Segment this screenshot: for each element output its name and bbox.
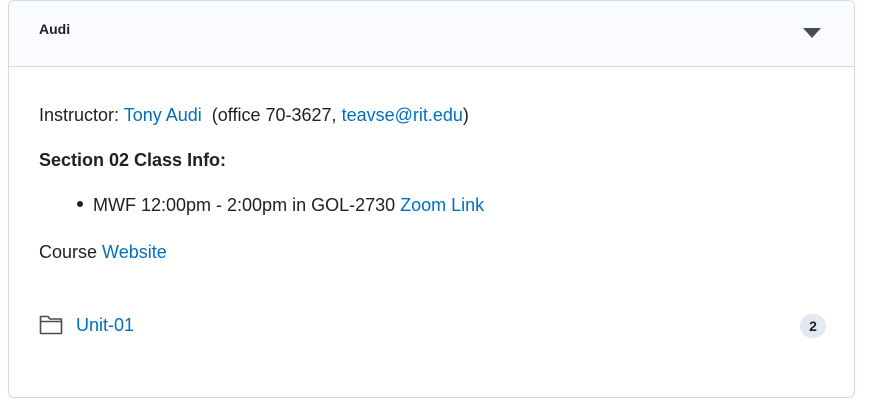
panel-header[interactable]: Audi xyxy=(9,1,854,67)
office-prefix: (office 70-3627, xyxy=(206,105,342,125)
course-panel: Audi Instructor: Tony Audi (office 70-36… xyxy=(8,0,855,398)
course-prefix: Course xyxy=(39,242,103,262)
instructor-label: Instructor: xyxy=(39,105,120,125)
folder-icon xyxy=(39,315,63,335)
panel-title: Audi xyxy=(39,21,71,37)
section-heading: Section 02 Class Info: xyxy=(39,150,227,170)
module-count-badge: 2 xyxy=(800,314,826,338)
course-website-line: Course Website xyxy=(39,240,167,264)
instructor-name-link[interactable]: Tony Audi xyxy=(124,105,202,125)
bullet-icon xyxy=(77,201,83,208)
schedule-text: MWF 12:00pm - 2:00pm in GOL-2730 xyxy=(93,195,401,215)
zoom-link[interactable]: Zoom Link xyxy=(400,195,484,215)
instructor-email-link[interactable]: teavse@rit.edu xyxy=(342,105,463,125)
section-list-item: MWF 12:00pm - 2:00pm in GOL-2730 Zoom Li… xyxy=(77,193,484,217)
office-suffix: ) xyxy=(462,105,469,125)
module-link-unit-01[interactable]: Unit-01 xyxy=(76,313,134,337)
website-link[interactable]: Website xyxy=(102,242,167,262)
instructor-line: Instructor: Tony Audi (office 70-3627, t… xyxy=(39,103,469,127)
caret-down-icon[interactable] xyxy=(800,21,824,45)
module-row[interactable]: Unit-01 2 xyxy=(39,311,826,339)
